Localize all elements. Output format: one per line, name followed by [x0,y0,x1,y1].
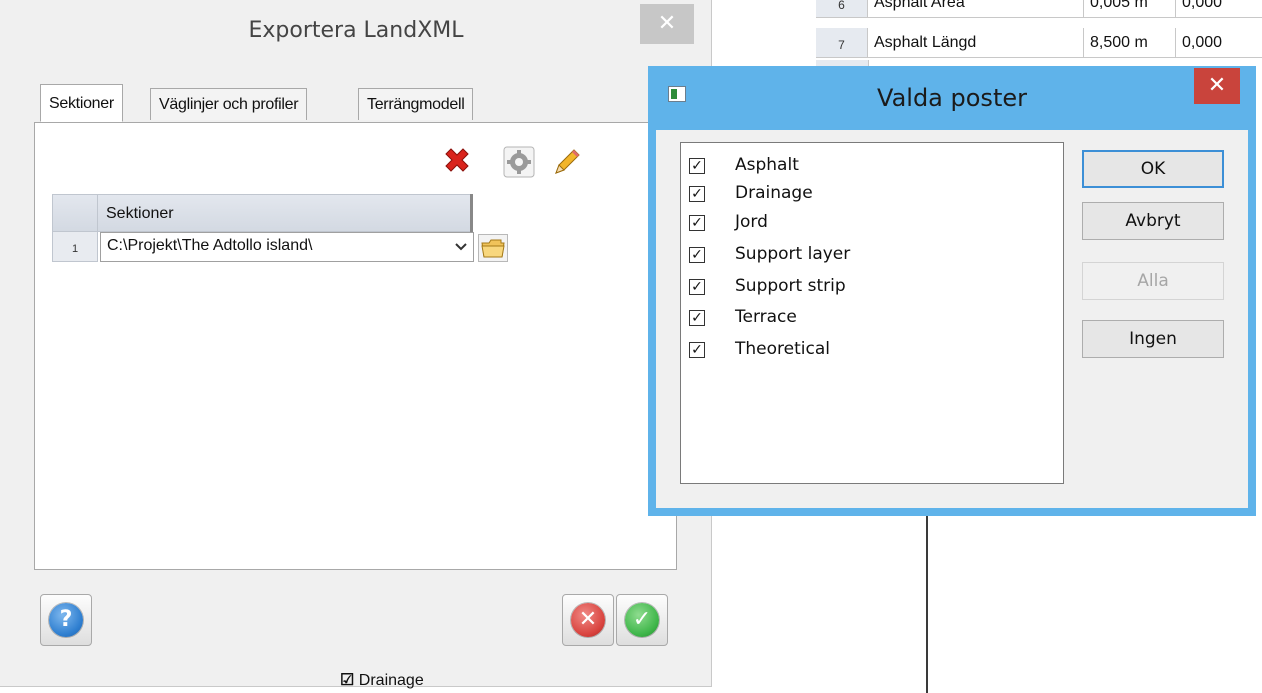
export-landxml-dialog: Exportera LandXML ✕ Sektioner Väglinjer … [0,0,712,687]
divider [926,515,928,693]
item-list: ✓ Asphalt ✓ Drainage ✓ Jord ✓ Support la… [680,142,1064,484]
column-resize-handle[interactable] [470,194,473,232]
tab-sektioner[interactable]: Sektioner [40,84,123,122]
select-none-button[interactable]: Ingen [1082,320,1224,358]
browse-folder-button[interactable] [478,234,508,262]
table-row: 6 Asphalt Area 0,005 m 0,000 [816,0,1262,18]
partial-item-label: Drainage [358,672,424,689]
row-number: 6 [816,0,868,18]
row-name: Asphalt Längd [868,28,1084,58]
checkbox[interactable]: ✓ [689,247,705,263]
folder-icon [481,239,505,258]
pencil-icon[interactable] [550,145,584,179]
item-label: Support strip [735,276,846,296]
row-value: 0,005 m [1084,0,1176,18]
checkbox[interactable]: ✓ [689,158,705,174]
checkbox[interactable]: ✓ [689,186,705,202]
select-all-button: Alla [1082,262,1224,300]
dialog-title: Exportera LandXML [248,18,464,43]
checkbox-icon: ☑ [340,672,355,689]
item-label: Support layer [735,244,851,264]
item-label: Drainage [735,183,813,203]
gear-icon[interactable] [502,145,536,179]
item-label: Asphalt [735,155,799,175]
row-name: Asphalt Area [868,0,1084,18]
row-number: 7 [816,28,868,58]
grid-corner [52,194,98,232]
row-extra: 0,000 [1176,28,1262,58]
tab-panel [34,122,677,570]
partial-list-item: ☑ Drainage [340,670,424,690]
row-value: 8,500 m [1084,28,1176,58]
item-label: Theoretical [735,339,830,359]
title-bar[interactable]: Valda poster ✕ [648,66,1256,130]
checkbox[interactable]: ✓ [689,215,705,231]
x-mark-icon: ✕ [578,607,598,632]
delete-icon[interactable] [440,145,474,179]
checkbox[interactable]: ✓ [689,342,705,358]
dialog-title: Valda poster [877,84,1027,112]
checkbox[interactable]: ✓ [689,310,705,326]
cancel-button[interactable]: ✕ [562,594,614,646]
dialog-body: ✓ Asphalt ✓ Drainage ✓ Jord ✓ Support la… [656,130,1248,508]
help-button[interactable]: ? [40,594,92,646]
item-label: Terrace [735,307,797,327]
path-combobox[interactable]: C:\Projekt\The Adtollo island\ [100,232,474,262]
column-header[interactable]: Sektioner [98,194,472,232]
tab-vaglinjer-och-profiler[interactable]: Väglinjer och profiler [150,88,308,120]
item-label: Jord [735,212,768,232]
close-button[interactable]: ✕ [1194,68,1240,104]
checkbox[interactable]: ✓ [689,279,705,295]
valda-poster-dialog: Valda poster ✕ ✓ Asphalt ✓ Drainage ✓ Jo… [648,66,1256,516]
table-row: 7 Asphalt Längd 8,500 m 0,000 [816,28,1262,58]
tab-terrangmodell[interactable]: Terrängmodell [358,88,474,120]
question-mark-icon: ? [59,607,73,632]
cancel-button[interactable]: Avbryt [1082,202,1224,240]
row-extra: 0,000 [1176,0,1262,18]
ok-button[interactable]: OK [1082,150,1224,188]
title-bar[interactable]: Exportera LandXML ✕ [0,0,712,66]
ok-button[interactable]: ✓ [616,594,668,646]
close-button[interactable]: ✕ [640,4,694,44]
checkmark-icon: ✓ [632,607,652,632]
chevron-down-icon[interactable] [448,232,474,262]
row-number[interactable]: 1 [52,232,98,262]
